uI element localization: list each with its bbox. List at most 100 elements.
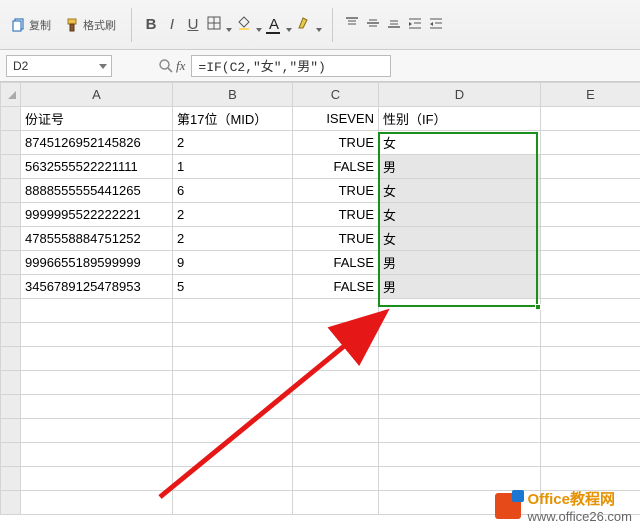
cell[interactable]: TRUE (293, 227, 379, 251)
outdent-button[interactable] (427, 16, 445, 34)
cell[interactable]: ISEVEN (293, 107, 379, 131)
cell[interactable] (379, 323, 541, 347)
font-color-button[interactable]: A (265, 16, 283, 33)
row-header[interactable] (1, 107, 21, 131)
row-header[interactable] (1, 203, 21, 227)
cell[interactable]: 8888555555441265 (21, 179, 173, 203)
cell[interactable] (379, 467, 541, 491)
cell[interactable]: 1 (173, 155, 293, 179)
cell[interactable]: TRUE (293, 179, 379, 203)
cell[interactable]: 6 (173, 179, 293, 203)
row-header[interactable] (1, 299, 21, 323)
cell[interactable] (541, 179, 640, 203)
row-header[interactable] (1, 227, 21, 251)
fx-label[interactable]: fx (176, 58, 185, 74)
cell[interactable]: 9996655189599999 (21, 251, 173, 275)
align-top-button[interactable] (343, 16, 361, 34)
cell[interactable] (293, 371, 379, 395)
col-header-a[interactable]: A (21, 83, 173, 107)
select-all-corner[interactable] (1, 83, 21, 107)
cell[interactable] (293, 347, 379, 371)
cell[interactable] (541, 155, 640, 179)
row-header[interactable] (1, 155, 21, 179)
name-box-dropdown-icon[interactable] (99, 62, 107, 70)
cell[interactable] (293, 395, 379, 419)
cell[interactable]: 男 (379, 155, 541, 179)
copy-button[interactable]: 复制 (6, 13, 56, 37)
cell[interactable]: FALSE (293, 251, 379, 275)
cell[interactable] (541, 299, 640, 323)
cell[interactable]: FALSE (293, 275, 379, 299)
cell[interactable] (173, 323, 293, 347)
row-header[interactable] (1, 179, 21, 203)
cell[interactable]: 女 (379, 179, 541, 203)
cell[interactable]: 5632555522221111 (21, 155, 173, 179)
formula-input[interactable]: =IF(C2,"女","男") (191, 55, 391, 77)
cell[interactable] (541, 203, 640, 227)
cell[interactable]: 女 (379, 203, 541, 227)
cell[interactable] (541, 419, 640, 443)
cell[interactable] (21, 371, 173, 395)
col-header-b[interactable]: B (173, 83, 293, 107)
borders-dropdown-icon[interactable] (226, 22, 232, 28)
cell[interactable] (21, 347, 173, 371)
cell[interactable]: 2 (173, 203, 293, 227)
cell[interactable] (21, 443, 173, 467)
cell[interactable]: 8745126952145826 (21, 131, 173, 155)
fill-dropdown-icon[interactable] (256, 22, 262, 28)
cell[interactable] (173, 347, 293, 371)
cell[interactable] (293, 299, 379, 323)
cell[interactable] (293, 419, 379, 443)
cell[interactable] (379, 443, 541, 467)
cell[interactable]: 性别（IF） (379, 107, 541, 131)
name-box[interactable]: D2 (6, 55, 112, 77)
cell[interactable] (541, 347, 640, 371)
row-header[interactable] (1, 323, 21, 347)
cell[interactable]: TRUE (293, 203, 379, 227)
col-header-c[interactable]: C (293, 83, 379, 107)
cell[interactable] (173, 371, 293, 395)
cell[interactable] (541, 227, 640, 251)
cell[interactable] (541, 371, 640, 395)
cell[interactable]: 5 (173, 275, 293, 299)
selection-fill-handle[interactable] (535, 304, 541, 310)
cell[interactable] (541, 131, 640, 155)
cell[interactable] (293, 323, 379, 347)
cell[interactable]: 4785558884751252 (21, 227, 173, 251)
row-header[interactable] (1, 131, 21, 155)
cell[interactable] (173, 419, 293, 443)
cell[interactable]: TRUE (293, 131, 379, 155)
align-middle-button[interactable] (364, 16, 382, 34)
cell[interactable] (379, 299, 541, 323)
cell[interactable] (21, 419, 173, 443)
cell[interactable]: 9 (173, 251, 293, 275)
format-painter-button[interactable]: 格式刷 (60, 13, 121, 37)
underline-button[interactable]: U (184, 16, 202, 33)
highlight-dropdown-icon[interactable] (316, 22, 322, 28)
cell[interactable] (541, 443, 640, 467)
cell[interactable]: 2 (173, 227, 293, 251)
cell[interactable] (379, 347, 541, 371)
cell[interactable] (379, 419, 541, 443)
cell[interactable] (293, 467, 379, 491)
cell[interactable] (293, 443, 379, 467)
fill-color-button[interactable] (235, 16, 253, 34)
search-icon[interactable] (158, 58, 174, 74)
row-header[interactable] (1, 491, 21, 515)
cell[interactable]: 3456789125478953 (21, 275, 173, 299)
cell[interactable] (541, 107, 640, 131)
cell[interactable] (21, 395, 173, 419)
row-header[interactable] (1, 419, 21, 443)
indent-button[interactable] (406, 16, 424, 34)
row-header[interactable] (1, 347, 21, 371)
cell[interactable]: FALSE (293, 155, 379, 179)
cell[interactable] (379, 395, 541, 419)
row-header[interactable] (1, 395, 21, 419)
cell[interactable] (541, 395, 640, 419)
row-header[interactable] (1, 251, 21, 275)
font-color-dropdown-icon[interactable] (286, 22, 292, 28)
cell[interactable]: 9999995522222221 (21, 203, 173, 227)
cell[interactable] (541, 251, 640, 275)
row-header[interactable] (1, 371, 21, 395)
italic-button[interactable]: I (163, 16, 181, 33)
